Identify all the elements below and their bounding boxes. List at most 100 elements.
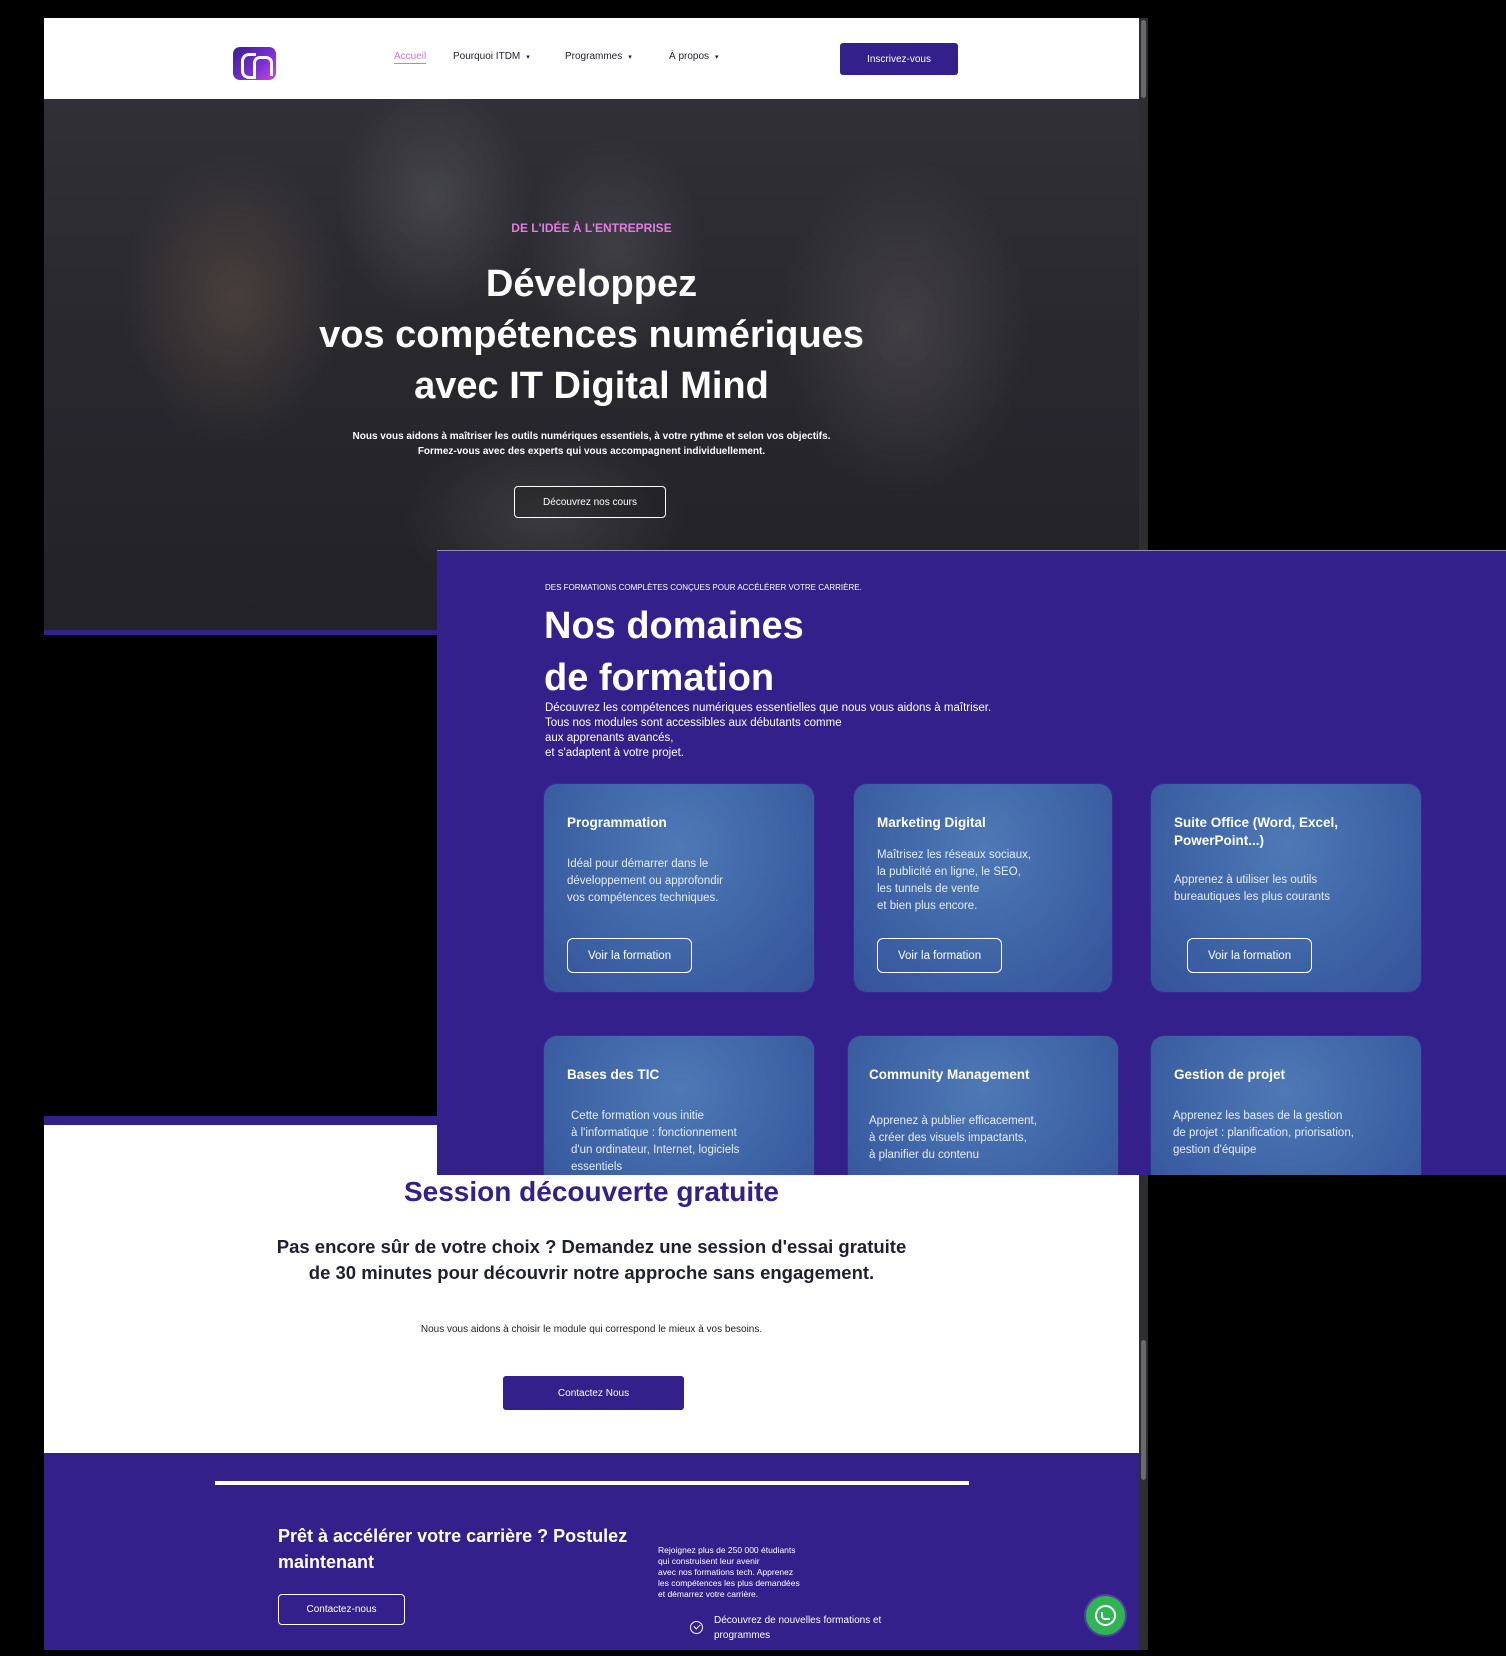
divider <box>215 1481 969 1485</box>
hero-title: Développez vos compétences numériques av… <box>44 259 1139 412</box>
card-text-line: les tunnels de vente <box>877 883 980 895</box>
nav-item-apropos-label: À propos <box>669 51 710 62</box>
course-card-project[interactable]: Gestion de projet Apprenez les bases de … <box>1151 1036 1421 1175</box>
card-text-line: d'un ordinateur, Internet, logiciels <box>571 1144 740 1156</box>
view-course-button[interactable]: Voir la formation <box>877 938 1003 973</box>
scrollbar-thumb[interactable] <box>1141 1340 1146 1480</box>
top-border <box>44 1116 437 1125</box>
card-text: Idéal pour démarrer dans le développemen… <box>567 856 797 907</box>
scrollbar-thumb[interactable] <box>1141 20 1146 98</box>
cta-text-line: les compétences les plus demandées <box>658 1578 800 1588</box>
card-text-line: à l'informatique : fonctionnement <box>571 1127 737 1139</box>
course-card-marketing[interactable]: Marketing Digital Maîtrisez les réseaux … <box>854 784 1112 992</box>
card-title: Programmation <box>567 815 667 830</box>
session-subtitle-line1: Pas encore sûr de votre choix ? Demandez… <box>276 1236 907 1257</box>
card-text: Apprenez les bases de la gestion de proj… <box>1173 1108 1403 1159</box>
card-text: Cette formation vous initie à l'informat… <box>571 1108 801 1175</box>
caret-down-icon: ▾ <box>715 54 719 61</box>
card-text-line: vos compétences techniques. <box>567 892 719 904</box>
cta-title: Prêt à accélérer votre carrière ? Postul… <box>278 1523 658 1575</box>
card-text-line: développement ou approfondir <box>567 875 724 887</box>
discover-courses-button[interactable]: Découvrez nos cours <box>514 486 666 518</box>
nav-item-programmes[interactable]: Programmes ▾ <box>565 51 632 62</box>
cta-text-line: qui construisent leur avenir <box>658 1556 760 1566</box>
hero-title-line2: vos compétences numériques <box>319 314 864 356</box>
card-text-line: bureautiques les plus courants <box>1174 891 1330 903</box>
hero-section: DE L'IDÉE À L'ENTREPRISE Développez vos … <box>44 99 1139 635</box>
session-subtitle: Pas encore sûr de votre choix ? Demandez… <box>44 1234 1139 1286</box>
hero-subtitle-line1: Nous vous aidons à maîtriser les outils … <box>352 431 831 442</box>
contact-button[interactable]: Contactez-nous <box>278 1594 405 1625</box>
card-text: Apprenez à utiliser les outils bureautiq… <box>1174 872 1404 906</box>
nav-item-accueil[interactable]: Accueil <box>394 51 427 64</box>
card-title: Suite Office (Word, Excel, PowerPoint...… <box>1174 815 1339 848</box>
hero-screenshot: Accueil Pourquoi ITDM ▾ Programmes ▾ À pro… <box>44 18 1148 635</box>
navbar: Accueil Pourquoi ITDM ▾ Programmes ▾ À pro… <box>44 18 1139 99</box>
view-course-button[interactable]: Voir la formation <box>567 938 693 973</box>
card-text-line: la publicité en ligne, le SEO, <box>877 866 1021 878</box>
nav-item-pourquoi-label: Pourquoi ITDM <box>453 51 521 62</box>
hero-subtitle: Nous vous aidons à maîtriser les outils … <box>44 429 1139 459</box>
whatsapp-icon[interactable] <box>1086 1596 1125 1635</box>
hero-subtitle-line2: Formez-vous avec des experts qui vous ac… <box>417 446 766 457</box>
scrollbar[interactable] <box>1139 1116 1148 1650</box>
course-card-office[interactable]: Suite Office (Word, Excel, PowerPoint...… <box>1151 784 1421 992</box>
scrollbar[interactable] <box>1139 18 1148 635</box>
card-title: Bases des TIC <box>567 1067 660 1082</box>
caret-down-icon: ▾ <box>526 54 530 61</box>
hero-title-line3: avec IT Digital Mind <box>414 365 769 407</box>
card-text-line: Maîtrisez les réseaux sociaux, <box>877 849 1032 861</box>
domains-desc-line4: et s'adaptent à votre projet. <box>545 747 685 759</box>
domains-desc-line2: Tous nos modules sont accessibles aux dé… <box>545 717 842 729</box>
card-text-line: de projet : planification, priorisation, <box>1173 1127 1354 1139</box>
card-text-line: gestion d'équipe <box>1173 1144 1257 1156</box>
card-text-line: essentiels <box>571 1161 623 1173</box>
card-text-line: et bien plus encore. <box>877 900 978 912</box>
card-text-line: Cette formation vous initie <box>571 1110 704 1122</box>
domains-screenshot: DES FORMATIONS COMPLÈTES CONÇUES POUR AC… <box>437 550 1506 1175</box>
caret-down-icon: ▾ <box>628 54 632 61</box>
cta-description: Rejoignez plus de 250 000 étudiants qui … <box>658 1545 828 1600</box>
card-text-line: Apprenez les bases de la gestion <box>1173 1110 1343 1122</box>
session-subtitle-line2: de 30 minutes pour découvrir notre appro… <box>308 1262 875 1283</box>
course-card-programmation[interactable]: Programmation Idéal pour démarrer dans l… <box>544 784 814 992</box>
cta-text-line: et démarrez votre carrière. <box>658 1589 759 1599</box>
course-card-tic[interactable]: Bases des TIC Cette formation vous initi… <box>544 1036 814 1175</box>
card-text-line: Apprenez à publier efficacement, <box>869 1115 1037 1127</box>
card-title: Gestion de projet <box>1174 1067 1286 1082</box>
domains-desc-line3: aux apprenants avancés, <box>545 732 674 744</box>
card-text-line: à créer des visuels impactants, <box>869 1132 1027 1144</box>
contact-us-button[interactable]: Contactez Nous <box>503 1376 684 1410</box>
view-course-button[interactable]: Voir la formation <box>1187 938 1313 973</box>
check-item: Découvrez de nouvelles formations et pro… <box>714 1613 934 1643</box>
card-text: Apprenez à publier efficacement, à créer… <box>869 1113 1099 1164</box>
hero-kicker: DE L'IDÉE À L'ENTREPRISE <box>511 221 672 235</box>
card-title: Community Management <box>869 1067 1030 1082</box>
session-note: Nous vous aidons à choisir le module qui… <box>420 1324 763 1335</box>
nav-item-pourquoi[interactable]: Pourquoi ITDM ▾ <box>453 51 530 62</box>
hero-content: DE L'IDÉE À L'ENTREPRISE Développez vos … <box>44 99 1139 635</box>
domains-title-line2: de formation <box>544 657 775 699</box>
card-text: Maîtrisez les réseaux sociaux, la public… <box>877 847 1107 915</box>
signup-button[interactable]: Inscrivez-vous <box>840 43 958 75</box>
check-item-line1: Découvrez de nouvelles formations et <box>714 1615 882 1626</box>
cta-text-line: avec nos formations tech. Apprenez <box>658 1567 794 1577</box>
cta-title-line2: maintenant <box>278 1552 375 1572</box>
nav-item-programmes-label: Programmes <box>565 51 623 62</box>
logo-icon[interactable] <box>233 47 276 80</box>
cta-section: Prêt à accélérer votre carrière ? Postul… <box>44 1453 1139 1650</box>
card-text-line: à planifier du contenu <box>869 1149 979 1161</box>
card-title: Marketing Digital <box>877 815 986 830</box>
domains-desc-line1: Découvrez les compétences numériques ess… <box>545 702 992 714</box>
check-item-line2: programmes <box>714 1630 771 1641</box>
nav-item-apropos[interactable]: À propos ▾ <box>669 51 719 62</box>
domains-description: Découvrez les compétences numériques ess… <box>545 701 1065 761</box>
session-screenshot: Session découverte gratuite Pas encore s… <box>44 1116 1148 1650</box>
cta-title-line1: Prêt à accélérer votre carrière ? Postul… <box>278 1526 628 1546</box>
card-text-line: Apprenez à utiliser les outils <box>1174 874 1318 886</box>
hero-title-line1: Développez <box>485 263 698 305</box>
check-circle-icon <box>690 1621 703 1634</box>
course-card-community[interactable]: Community Management Apprenez à publier … <box>848 1036 1118 1175</box>
session-title: Session découverte gratuite <box>403 1176 779 1207</box>
card-text-line: Idéal pour démarrer dans le <box>567 858 709 870</box>
